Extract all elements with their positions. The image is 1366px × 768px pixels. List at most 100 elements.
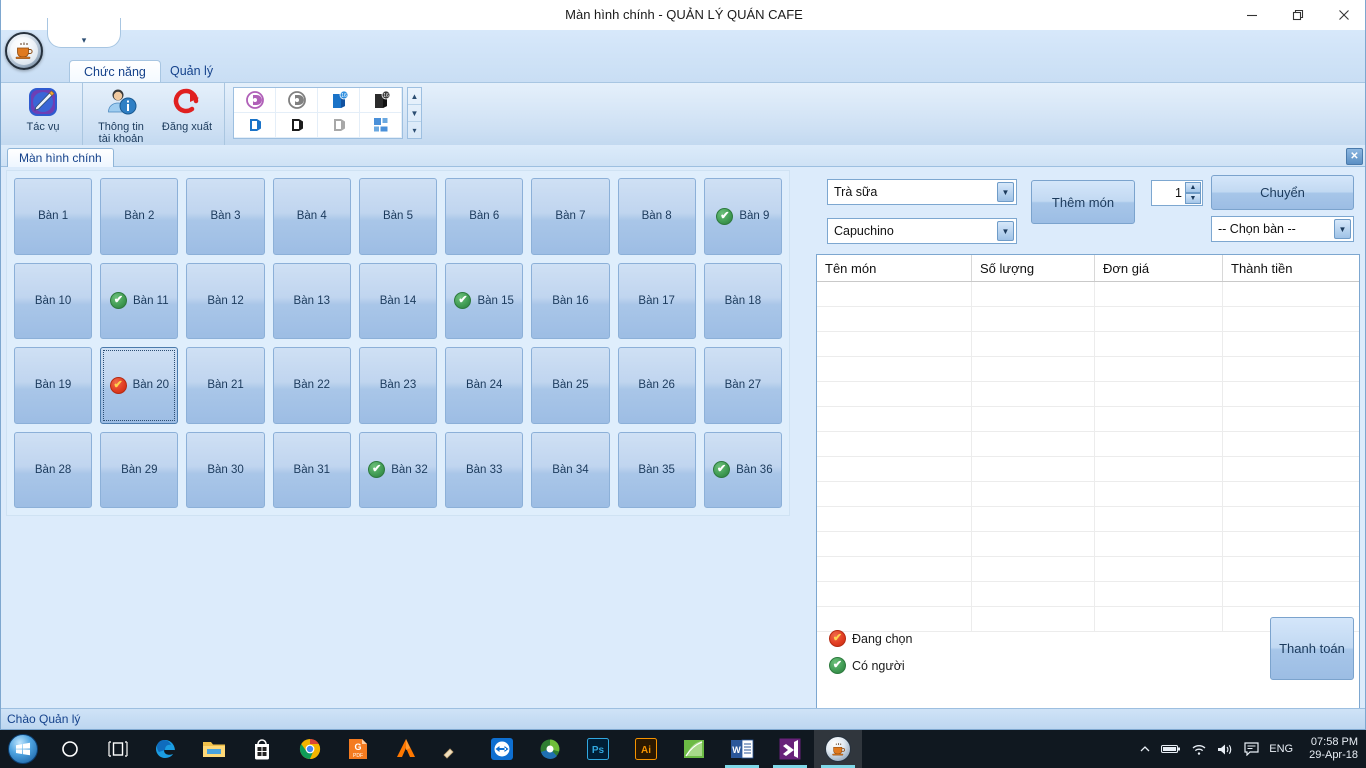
table-button-36[interactable]: ✔ Bàn 36 (703, 431, 782, 508)
speaker-icon[interactable] (1217, 743, 1234, 756)
table-row[interactable] (817, 557, 1359, 582)
table-button-8[interactable]: Bàn 8 (617, 178, 696, 255)
cafe-app-icon[interactable] (814, 730, 862, 768)
chevron-down-icon[interactable]: ▼ (997, 221, 1014, 241)
document-tab-man-hinh-chinh[interactable]: Màn hình chính (7, 148, 114, 167)
battery-icon[interactable] (1161, 743, 1181, 755)
table-cell[interactable] (1223, 532, 1359, 556)
table-row[interactable] (817, 532, 1359, 557)
skin-option[interactable]: 16 (360, 88, 402, 113)
table-cell[interactable] (972, 532, 1095, 556)
table-cell[interactable] (817, 307, 972, 331)
table-button-34[interactable]: Bàn 34 (531, 431, 610, 508)
table-button-22[interactable]: Bàn 22 (272, 347, 351, 424)
table-cell[interactable] (972, 607, 1095, 631)
table-cell[interactable] (972, 382, 1095, 406)
table-button-12[interactable]: Bàn 12 (186, 262, 265, 339)
skin-option[interactable] (234, 113, 276, 138)
table-cell[interactable] (817, 532, 972, 556)
table-cell[interactable] (1095, 457, 1223, 481)
column-header-don-gia[interactable]: Đơn giá (1095, 255, 1223, 281)
table-button-31[interactable]: Bàn 31 (272, 431, 351, 508)
table-row[interactable] (817, 432, 1359, 457)
table-cell[interactable] (817, 282, 972, 306)
gallery-scrollbar[interactable]: ▲ ▼ ▾ (407, 87, 422, 139)
thong-tin-tai-khoan-button[interactable]: Thông tin tài khoản (89, 85, 153, 145)
table-cell[interactable] (972, 432, 1095, 456)
chevron-down-icon[interactable]: ▼ (1334, 219, 1351, 239)
table-row[interactable] (817, 382, 1359, 407)
dang-xuat-button[interactable]: Đăng xuất (155, 85, 219, 133)
task-view-icon[interactable] (94, 730, 142, 768)
skin-option[interactable]: 16 (318, 88, 360, 113)
table-button-28[interactable]: Bàn 28 (14, 431, 93, 508)
gallery-more-icon[interactable]: ▾ (408, 122, 421, 138)
skin-option[interactable] (276, 88, 318, 113)
table-cell[interactable] (1223, 307, 1359, 331)
tab-quan-ly[interactable]: Quản lý (156, 61, 227, 83)
chevron-down-icon[interactable]: ▾ (82, 36, 87, 45)
foxit-pdf-icon[interactable]: G PDF (334, 730, 382, 768)
start-button[interactable] (0, 730, 46, 768)
table-cell[interactable] (972, 557, 1095, 581)
table-button-2[interactable]: Bàn 2 (100, 178, 179, 255)
column-header-ten-mon[interactable]: Tên món (817, 255, 972, 281)
table-button-33[interactable]: Bàn 33 (445, 431, 524, 508)
table-button-7[interactable]: Bàn 7 (531, 178, 610, 255)
table-cell[interactable] (972, 332, 1095, 356)
table-cell[interactable] (1095, 532, 1223, 556)
table-button-9[interactable]: ✔ Bàn 9 (703, 178, 782, 255)
table-row[interactable] (817, 282, 1359, 307)
table-cell[interactable] (1223, 382, 1359, 406)
table-cell[interactable] (972, 582, 1095, 606)
table-cell[interactable] (1095, 307, 1223, 331)
table-cell[interactable] (1223, 457, 1359, 481)
microsoft-store-icon[interactable] (238, 730, 286, 768)
transfer-table-button[interactable]: Chuyển (1211, 175, 1354, 210)
ccleaner-icon[interactable] (430, 730, 478, 768)
wifi-icon[interactable] (1191, 743, 1207, 756)
clock[interactable]: 07:58 PM 29-Apr-18 (1303, 736, 1358, 762)
minimize-button[interactable] (1229, 0, 1275, 30)
table-button-23[interactable]: Bàn 23 (358, 347, 438, 424)
table-button-26[interactable]: Bàn 26 (617, 347, 696, 424)
avast-icon[interactable] (382, 730, 430, 768)
internet-download-manager-icon[interactable] (526, 730, 574, 768)
table-cell[interactable] (1095, 332, 1223, 356)
table-button-14[interactable]: Bàn 14 (358, 262, 438, 339)
quantity-spinner[interactable]: 1 ▲ ▼ (1151, 180, 1203, 206)
table-cell[interactable] (1223, 357, 1359, 381)
close-button[interactable] (1321, 0, 1365, 30)
table-button-27[interactable]: Bàn 27 (703, 347, 782, 424)
select-table-combobox[interactable]: -- Chọn bàn -- ▼ (1211, 216, 1354, 242)
table-button-29[interactable]: Bàn 29 (100, 431, 179, 508)
quantity-spin-arrows[interactable]: ▲ ▼ (1185, 182, 1201, 204)
camtasia-icon[interactable] (670, 730, 718, 768)
table-button-32[interactable]: ✔ Bàn 32 (358, 431, 438, 508)
column-header-so-luong[interactable]: Số lượng (972, 255, 1095, 281)
notification-icon[interactable] (1244, 742, 1259, 756)
table-cell[interactable] (1223, 582, 1359, 606)
table-cell[interactable] (817, 582, 972, 606)
language-indicator[interactable]: ENG (1269, 743, 1293, 755)
table-button-19[interactable]: Bàn 19 (14, 347, 93, 424)
edge-icon[interactable] (142, 730, 190, 768)
table-button-5[interactable]: Bàn 5 (358, 178, 438, 255)
table-cell[interactable] (1223, 332, 1359, 356)
maximize-restore-button[interactable] (1275, 0, 1321, 30)
table-cell[interactable] (817, 357, 972, 381)
cortana-icon[interactable] (46, 730, 94, 768)
file-explorer-icon[interactable] (190, 730, 238, 768)
table-cell[interactable] (972, 457, 1095, 481)
gallery-scroll-down-icon[interactable]: ▼ (408, 105, 421, 122)
category-combobox[interactable]: Trà sữa ▼ (827, 179, 1017, 205)
item-combobox[interactable]: Capuchino ▼ (827, 218, 1017, 244)
table-cell[interactable] (817, 482, 972, 506)
show-hidden-icons-icon[interactable] (1139, 743, 1151, 755)
chevron-down-icon[interactable]: ▼ (997, 182, 1014, 202)
illustrator-icon[interactable]: Ai (622, 730, 670, 768)
teamviewer-icon[interactable] (478, 730, 526, 768)
tac-vu-button[interactable]: Tác vụ (11, 85, 75, 133)
table-row[interactable] (817, 407, 1359, 432)
table-cell[interactable] (817, 457, 972, 481)
